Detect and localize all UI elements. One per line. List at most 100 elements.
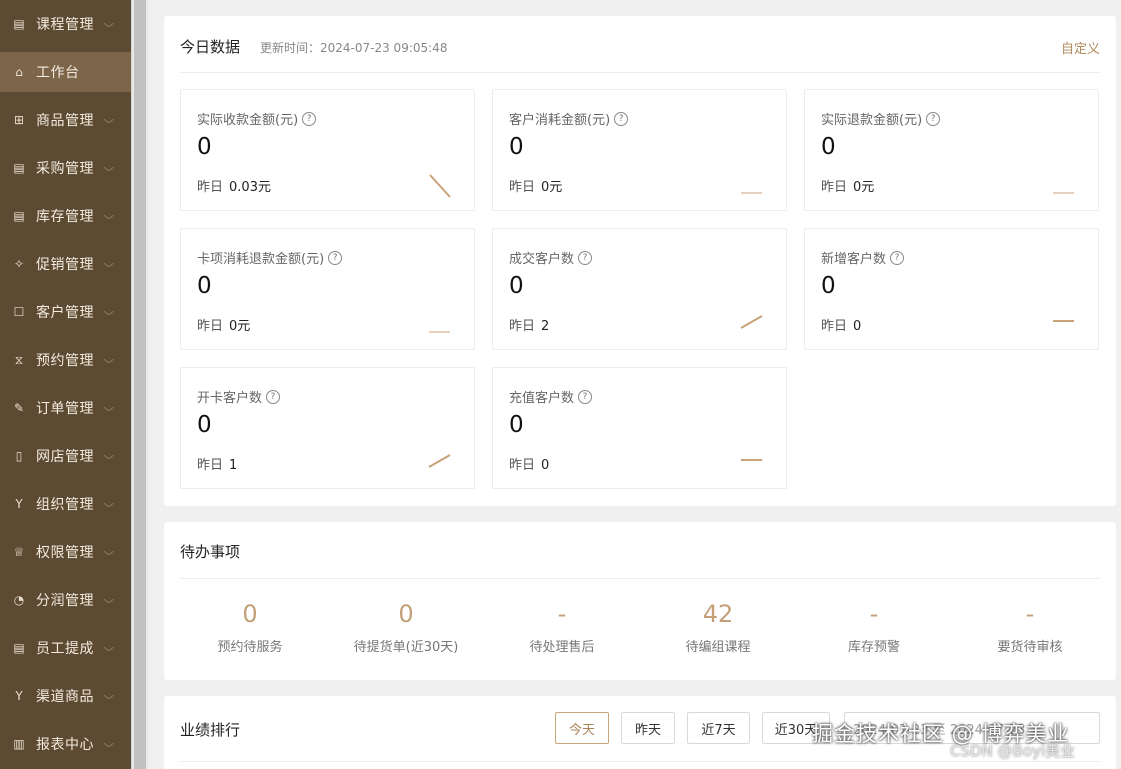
yesterday-value: 0元	[541, 180, 563, 195]
sidebar-item[interactable]: ✎ 订单管理 ⌵	[0, 388, 131, 428]
chevron-down-icon: ⌵	[103, 354, 115, 366]
sidebar-item[interactable]: ⊞ 商品管理 ⌵	[0, 100, 131, 140]
todo-item[interactable]: 42 待编组课程	[640, 600, 796, 655]
sidebar-scrollbar[interactable]	[131, 0, 148, 769]
metric-yesterday: 昨日 1	[197, 454, 237, 473]
yesterday-value: 0.03元	[229, 180, 271, 195]
todo-label: 要货待审核	[997, 640, 1063, 655]
help-icon[interactable]: ?	[266, 389, 281, 404]
range-button[interactable]: 近7天	[687, 712, 750, 744]
todo-item[interactable]: - 库存预警	[796, 600, 952, 655]
sidebar-item-label: 组织管理	[36, 497, 94, 513]
trend-sparkline	[741, 192, 762, 194]
metric-value: 0	[821, 134, 836, 160]
range-button[interactable]: 昨天	[621, 712, 675, 744]
sidebar-item[interactable]: ▯ 网店管理 ⌵	[0, 436, 131, 476]
help-icon[interactable]: ?	[578, 389, 593, 404]
edit-icon: ✎	[13, 401, 25, 415]
sidebar-item-label: 分润管理	[36, 593, 94, 609]
divider	[180, 578, 1100, 579]
yesterday-value: 0	[541, 458, 550, 473]
help-icon[interactable]: ?	[578, 250, 593, 265]
chevron-down-icon: ⌵	[103, 690, 115, 702]
metric-card: 实际退款金额(元)? 0 昨日 0元	[804, 89, 1099, 211]
chevron-down-icon: ⌵	[103, 642, 115, 654]
todo-label: 预约待服务	[217, 640, 283, 655]
sidebar-item[interactable]: ▥ 报表中心 ⌵	[0, 724, 131, 764]
today-data-panel: 今日数据 更新时间：2024-07-23 09:05:48 自定义 实际收款金额…	[164, 16, 1116, 506]
todo-item[interactable]: - 待处理售后	[484, 600, 640, 655]
todo-item[interactable]: - 要货待审核	[952, 600, 1108, 655]
sidebar-item-label: 员工提成	[36, 641, 94, 657]
yesterday-value: 0元	[853, 180, 875, 195]
chevron-down-icon: ⌵	[103, 258, 115, 270]
todo-panel: 待办事项 0 预约待服务 0 待提货单(近30天) - 待处理售后 42 待编组课程 - 库存预警…	[164, 522, 1116, 680]
sidebar-item[interactable]: Y 组织管理 ⌵	[0, 484, 131, 524]
metric-label-text: 客户消耗金额(元)	[509, 113, 611, 128]
sidebar-item-label: 课程管理	[36, 17, 94, 33]
sidebar-item[interactable]: ⌂ 工作台	[0, 52, 131, 92]
sidebar-item[interactable]: ▤ 采购管理 ⌵	[0, 148, 131, 188]
metric-yesterday: 昨日 0	[821, 315, 861, 334]
divider	[180, 72, 1100, 73]
pie-icon: ◔	[13, 593, 25, 607]
metric-card: 实际收款金额(元)? 0 昨日 0.03元	[180, 89, 475, 211]
metric-label-text: 成交客户数	[509, 252, 575, 267]
metric-label: 卡项消耗退款金额(元)?	[197, 248, 343, 267]
metric-yesterday: 昨日 0	[509, 454, 549, 473]
todo-value: -	[557, 600, 567, 628]
help-icon[interactable]: ?	[328, 250, 343, 265]
trend-sparkline	[1053, 320, 1074, 322]
watermark-csdn: CSDN @Boyi美业	[950, 742, 1076, 760]
trend-sparkline	[429, 174, 451, 198]
customize-link[interactable]: 自定义	[1061, 38, 1100, 57]
sidebar-item-label: 渠道商品	[36, 689, 94, 705]
ranking-title: 业绩排行	[180, 721, 241, 739]
sidebar-item-label: 库存管理	[36, 209, 94, 225]
yesterday-label: 昨日	[821, 180, 848, 195]
sidebar-item-label: 采购管理	[36, 161, 94, 177]
help-icon[interactable]: ?	[302, 111, 317, 126]
todo-item[interactable]: 0 预约待服务	[172, 600, 328, 655]
trend-sparkline	[428, 454, 451, 468]
metric-label: 开卡客户数?	[197, 387, 281, 406]
sidebar-item[interactable]: ◔ 分润管理 ⌵	[0, 580, 131, 620]
sidebar-item[interactable]: Y 渠道商品 ⌵	[0, 676, 131, 716]
metric-card: 成交客户数? 0 昨日 2	[492, 228, 787, 350]
course-icon: ▤	[13, 17, 25, 31]
sidebar-item[interactable]: ⧖ 预约管理 ⌵	[0, 340, 131, 380]
help-icon[interactable]: ?	[926, 111, 941, 126]
chevron-down-icon: ⌵	[103, 738, 115, 750]
todo-label: 库存预警	[847, 640, 900, 655]
customer-icon: ☐	[13, 305, 25, 319]
sidebar-item[interactable]: ▤ 库存管理 ⌵	[0, 196, 131, 236]
pin-icon: ✧	[13, 257, 25, 271]
sidebar-item[interactable]: ▤ 课程管理 ⌵	[0, 4, 131, 44]
chevron-down-icon: ⌵	[103, 306, 115, 318]
help-icon[interactable]: ?	[614, 111, 629, 126]
trend-sparkline	[429, 331, 450, 333]
sidebar-item[interactable]: ☐ 客户管理 ⌵	[0, 292, 131, 332]
metric-card: 新增客户数? 0 昨日 0	[804, 228, 1099, 350]
range-button[interactable]: 今天	[555, 712, 609, 744]
metric-card: 充值客户数? 0 昨日 0	[492, 367, 787, 489]
help-icon[interactable]: ?	[890, 250, 905, 265]
metric-label: 实际退款金额(元)?	[821, 109, 941, 128]
hourglass-icon: ⧖	[14, 352, 24, 367]
todo-title: 待办事项	[180, 543, 241, 561]
receipt-icon: ▤	[13, 641, 25, 655]
chart-icon: ▥	[13, 737, 25, 751]
yesterday-value: 1	[229, 458, 238, 473]
sidebar-item[interactable]: ▤ 员工提成 ⌵	[0, 628, 131, 668]
chevron-down-icon: ⌵	[103, 18, 115, 30]
todo-value: -	[869, 600, 879, 628]
sidebar-item[interactable]: ✧ 促销管理 ⌵	[0, 244, 131, 284]
todo-item[interactable]: 0 待提货单(近30天)	[328, 600, 484, 655]
scrollbar-thumb[interactable]	[134, 0, 146, 769]
sidebar-item-label: 预约管理	[36, 353, 94, 369]
yesterday-label: 昨日	[509, 319, 536, 334]
org-icon: Y	[15, 497, 23, 511]
sidebar-item[interactable]: ♕ 权限管理 ⌵	[0, 532, 131, 572]
chevron-down-icon: ⌵	[103, 114, 115, 126]
metric-yesterday: 昨日 0元	[509, 176, 562, 195]
